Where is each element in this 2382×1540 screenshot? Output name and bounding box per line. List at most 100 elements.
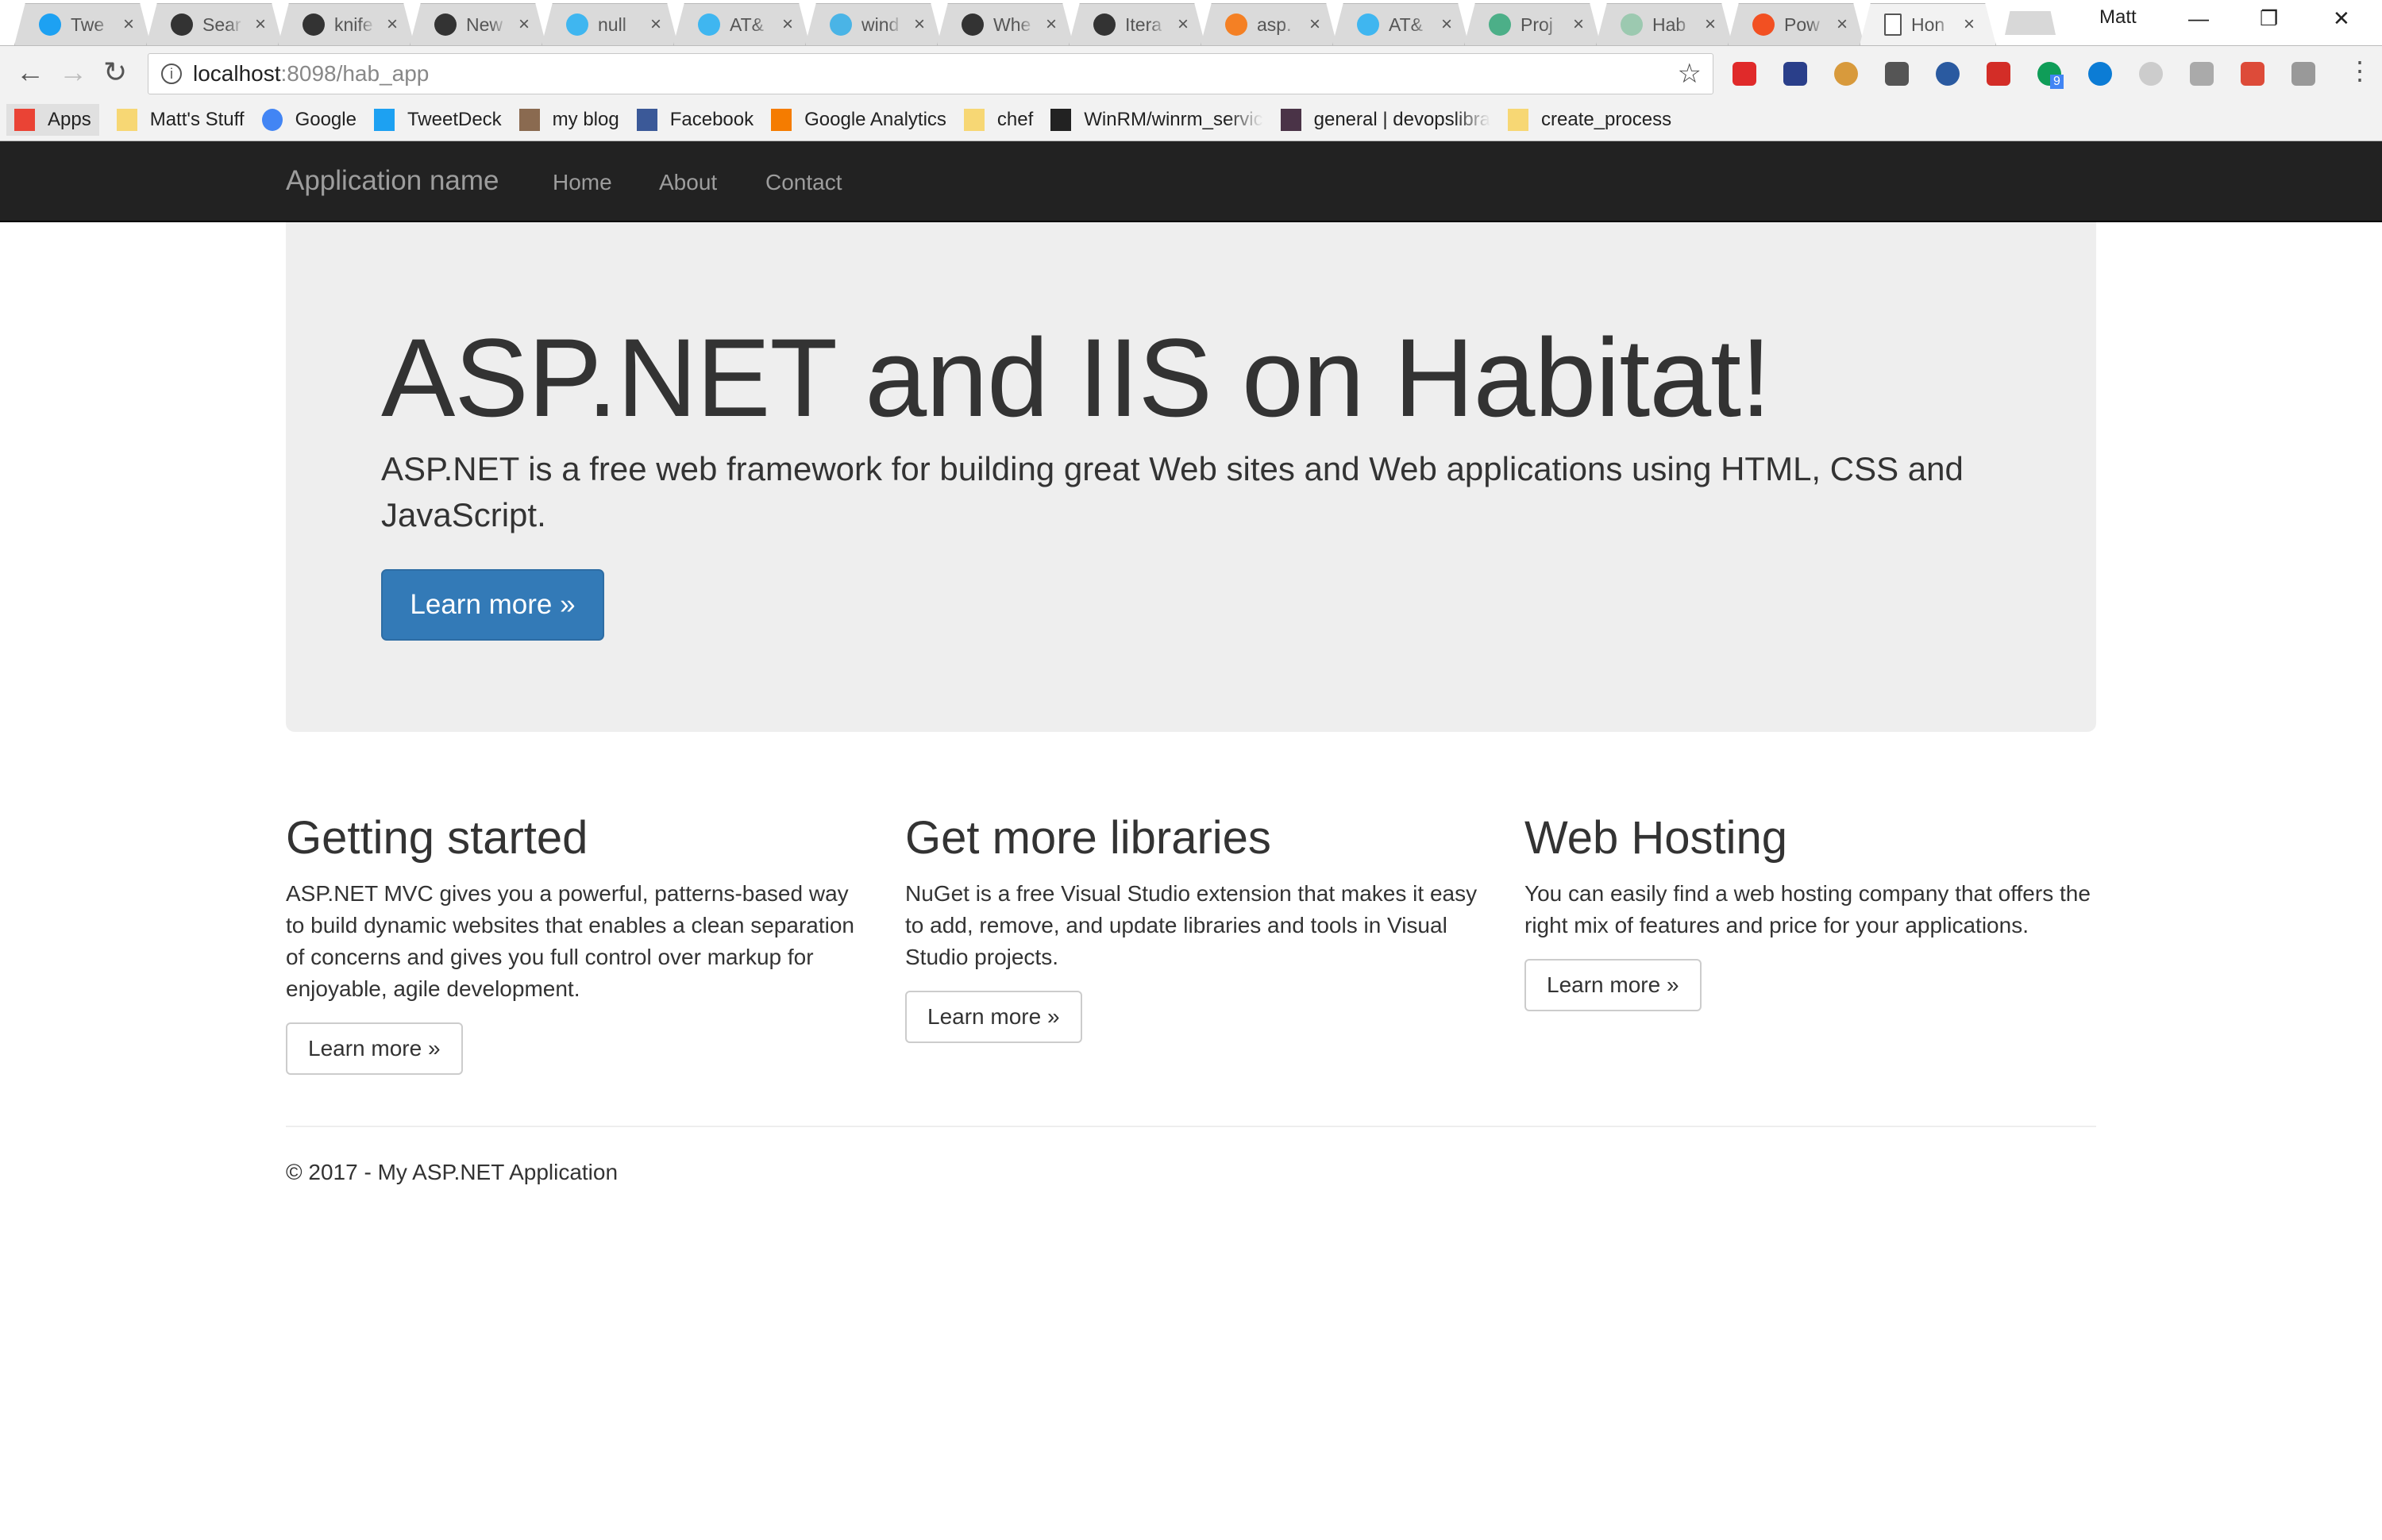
- menu-icon[interactable]: ⋮: [2347, 56, 2372, 86]
- navbar: Application name Home About Contact: [0, 141, 2382, 222]
- close-tab-icon[interactable]: ×: [518, 13, 530, 36]
- tab[interactable]: Pow ×: [1728, 3, 1864, 45]
- bookmark-label: chef: [996, 109, 1034, 130]
- bookmark[interactable]: general | devopslibra: [1280, 109, 1490, 131]
- close-tab-icon[interactable]: ×: [914, 13, 925, 36]
- tab[interactable]: Twe ×: [14, 3, 151, 45]
- bookmark-star-icon[interactable]: ☆: [1678, 58, 1702, 90]
- globe-icon[interactable]: [1936, 62, 1960, 86]
- tab-title: knife: [334, 13, 373, 35]
- att-icon: [1357, 13, 1379, 36]
- badge: 9: [2050, 75, 2064, 89]
- tab[interactable]: Sear ×: [146, 3, 283, 45]
- close-tab-icon[interactable]: ×: [123, 13, 134, 36]
- column-title: Get more libraries: [905, 812, 1271, 864]
- cookie-icon[interactable]: [1834, 62, 1858, 86]
- github-icon: [1050, 109, 1072, 131]
- tab[interactable]: Whe ×: [937, 3, 1073, 45]
- reload-icon[interactable]: ↻: [103, 56, 127, 89]
- close-tab-icon[interactable]: ×: [782, 13, 793, 36]
- bookmark[interactable]: TweetDeck: [373, 109, 502, 131]
- tab[interactable]: Hab ×: [1596, 3, 1733, 45]
- back-icon[interactable]: ←: [16, 56, 44, 89]
- bookmark[interactable]: Matt's Stuff: [116, 109, 245, 131]
- tab[interactable]: AT& ×: [673, 3, 810, 45]
- close-tab-icon[interactable]: ×: [255, 13, 266, 36]
- brackets-icon: [830, 13, 852, 36]
- close-tab-icon[interactable]: ×: [1705, 13, 1716, 36]
- close-tab-icon[interactable]: ×: [1309, 13, 1320, 36]
- navbar-brand[interactable]: Application name: [286, 165, 499, 197]
- tab[interactable]: New ×: [410, 3, 546, 45]
- learn-more-button[interactable]: Learn more »: [905, 991, 1082, 1043]
- bookmark-label: Apps: [48, 109, 91, 130]
- close-tab-icon[interactable]: ×: [1837, 13, 1848, 36]
- grey-ring-icon[interactable]: [2139, 62, 2163, 86]
- extension-icon[interactable]: [2291, 62, 2315, 86]
- tab[interactable]: AT& ×: [1332, 3, 1469, 45]
- profile-name[interactable]: Matt: [2099, 6, 2137, 29]
- bookmark[interactable]: Google: [261, 109, 357, 131]
- column-title: Web Hosting: [1524, 812, 1787, 864]
- bookmark[interactable]: Google Analytics: [771, 109, 946, 131]
- habitat-icon: [1621, 13, 1643, 36]
- bookmark[interactable]: chef: [963, 109, 1034, 131]
- bookmark[interactable]: Apps: [6, 104, 99, 136]
- minimize-icon[interactable]: —: [2188, 6, 2209, 31]
- close-tab-icon[interactable]: ×: [650, 13, 661, 36]
- bookmark-label: general | devopslibra: [1313, 109, 1490, 130]
- footer-text: © 2017 - My ASP.NET Application: [286, 1160, 619, 1184]
- restore-icon[interactable]: ❐: [2260, 6, 2278, 31]
- apps-icon: [14, 109, 35, 131]
- tab[interactable]: Hon ×: [1860, 3, 1996, 45]
- bookmark[interactable]: create_process: [1508, 109, 1671, 131]
- divider: [286, 1126, 2096, 1127]
- address-bar[interactable]: i localhost:8098/hab_app ☆: [148, 53, 1713, 94]
- learn-more-button[interactable]: Learn more »: [381, 569, 604, 641]
- nav-home[interactable]: Home: [553, 170, 612, 195]
- hangouts-icon[interactable]: 9: [2037, 62, 2064, 89]
- lastpass-icon[interactable]: [1987, 62, 2010, 86]
- address-path: :8098/hab_app: [280, 61, 430, 86]
- tab[interactable]: Itera ×: [1069, 3, 1205, 45]
- close-tab-icon[interactable]: ×: [387, 13, 398, 36]
- dollar-icon[interactable]: [1885, 62, 1909, 86]
- close-tab-icon[interactable]: ×: [1573, 13, 1584, 36]
- tab-title: null: [598, 13, 626, 35]
- close-tab-icon[interactable]: ×: [1964, 13, 1975, 36]
- ring-icon[interactable]: [2088, 62, 2112, 86]
- close-tab-icon[interactable]: ×: [1441, 13, 1452, 36]
- learn-more-button[interactable]: Learn more »: [286, 1022, 463, 1075]
- tab[interactable]: null ×: [542, 3, 678, 45]
- microsoft-icon: [1752, 13, 1775, 36]
- new-tab-button[interactable]: [2005, 11, 2056, 35]
- no-flash-icon[interactable]: [2241, 62, 2264, 86]
- bookmark-label: Facebook: [669, 109, 754, 130]
- bookmark-label: my blog: [552, 109, 619, 130]
- tab[interactable]: asp. ×: [1201, 3, 1337, 45]
- tab[interactable]: wind ×: [805, 3, 942, 45]
- tab[interactable]: knife ×: [278, 3, 414, 45]
- tab-title: asp.: [1257, 13, 1292, 35]
- adblock-icon[interactable]: [1733, 62, 1756, 86]
- speedometer-icon[interactable]: [1783, 62, 1807, 86]
- page-icon: [1884, 13, 1902, 36]
- close-tab-icon[interactable]: ×: [1046, 13, 1057, 36]
- info-icon[interactable]: i: [161, 64, 182, 84]
- tab-title: AT&: [730, 13, 765, 35]
- analytics-icon: [771, 109, 792, 131]
- close-tab-icon[interactable]: ×: [1178, 13, 1189, 36]
- nav-about[interactable]: About: [659, 170, 717, 195]
- json-icon[interactable]: [2190, 62, 2214, 86]
- bookmark[interactable]: WinRM/winrm_servic: [1050, 109, 1263, 131]
- tab[interactable]: Proj ×: [1464, 3, 1601, 45]
- bookmark[interactable]: my blog: [518, 109, 619, 131]
- bookmark[interactable]: Facebook: [636, 109, 754, 131]
- forward-icon[interactable]: →: [59, 56, 87, 89]
- jumbotron-title: ASP.NET and IIS on Habitat!: [381, 315, 1771, 440]
- github-icon: [303, 13, 325, 36]
- column-text: You can easily find a web hosting compan…: [1524, 881, 2091, 937]
- close-window-icon[interactable]: ✕: [2333, 6, 2350, 31]
- nav-contact[interactable]: Contact: [765, 170, 842, 195]
- learn-more-button[interactable]: Learn more »: [1524, 959, 1702, 1011]
